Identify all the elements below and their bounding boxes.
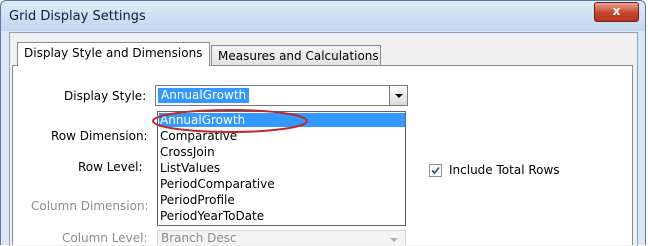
column-dimension-label: Column Dimension:	[31, 199, 149, 213]
column-level-value: Branch Desc	[161, 231, 237, 245]
chevron-down-icon	[395, 94, 403, 98]
column-level-label: Column Level:	[62, 231, 148, 245]
dropdown-option[interactable]: AnnualGrowth	[159, 113, 405, 127]
window-title: Grid Display Settings	[9, 9, 146, 24]
display-style-value: AnnualGrowth	[158, 88, 250, 103]
tab-label: Display Style and Dimensions	[24, 46, 203, 60]
display-style-select[interactable]: AnnualGrowth	[155, 85, 408, 106]
row-level-label: Row Level:	[78, 160, 143, 174]
include-total-rows-checkbox[interactable]	[429, 164, 442, 177]
dropdown-option[interactable]: PeriodComparative	[159, 177, 405, 191]
close-button[interactable]: x	[594, 2, 639, 22]
dropdown-option[interactable]: PeriodProfile	[159, 193, 405, 207]
row-dimension-label: Row Dimension:	[51, 129, 148, 143]
display-style-dropdown-list[interactable]: AnnualGrowth Comparative CrossJoin ListV…	[157, 111, 406, 226]
include-total-rows-label: Include Total Rows	[449, 163, 560, 177]
tab-label: Measures and Calculations	[218, 49, 379, 63]
dropdown-option[interactable]: PeriodYearToDate	[159, 209, 405, 223]
dropdown-option[interactable]: ListValues	[159, 161, 405, 175]
dropdown-button[interactable]	[389, 86, 407, 105]
close-icon: x	[612, 4, 621, 18]
chevron-down-icon	[390, 238, 398, 242]
title-bar[interactable]: Grid Display Settings x	[1, 1, 645, 31]
tab-measures-and-calculations[interactable]: Measures and Calculations	[211, 45, 381, 67]
dropdown-option[interactable]: Comparative	[159, 129, 405, 143]
display-style-label: Display Style:	[64, 89, 147, 103]
column-level-select: Branch Desc	[157, 230, 406, 245]
tab-display-style-and-dimensions[interactable]: Display Style and Dimensions	[17, 42, 210, 66]
dropdown-option[interactable]: CrossJoin	[159, 145, 405, 159]
checkmark-icon	[431, 166, 440, 175]
